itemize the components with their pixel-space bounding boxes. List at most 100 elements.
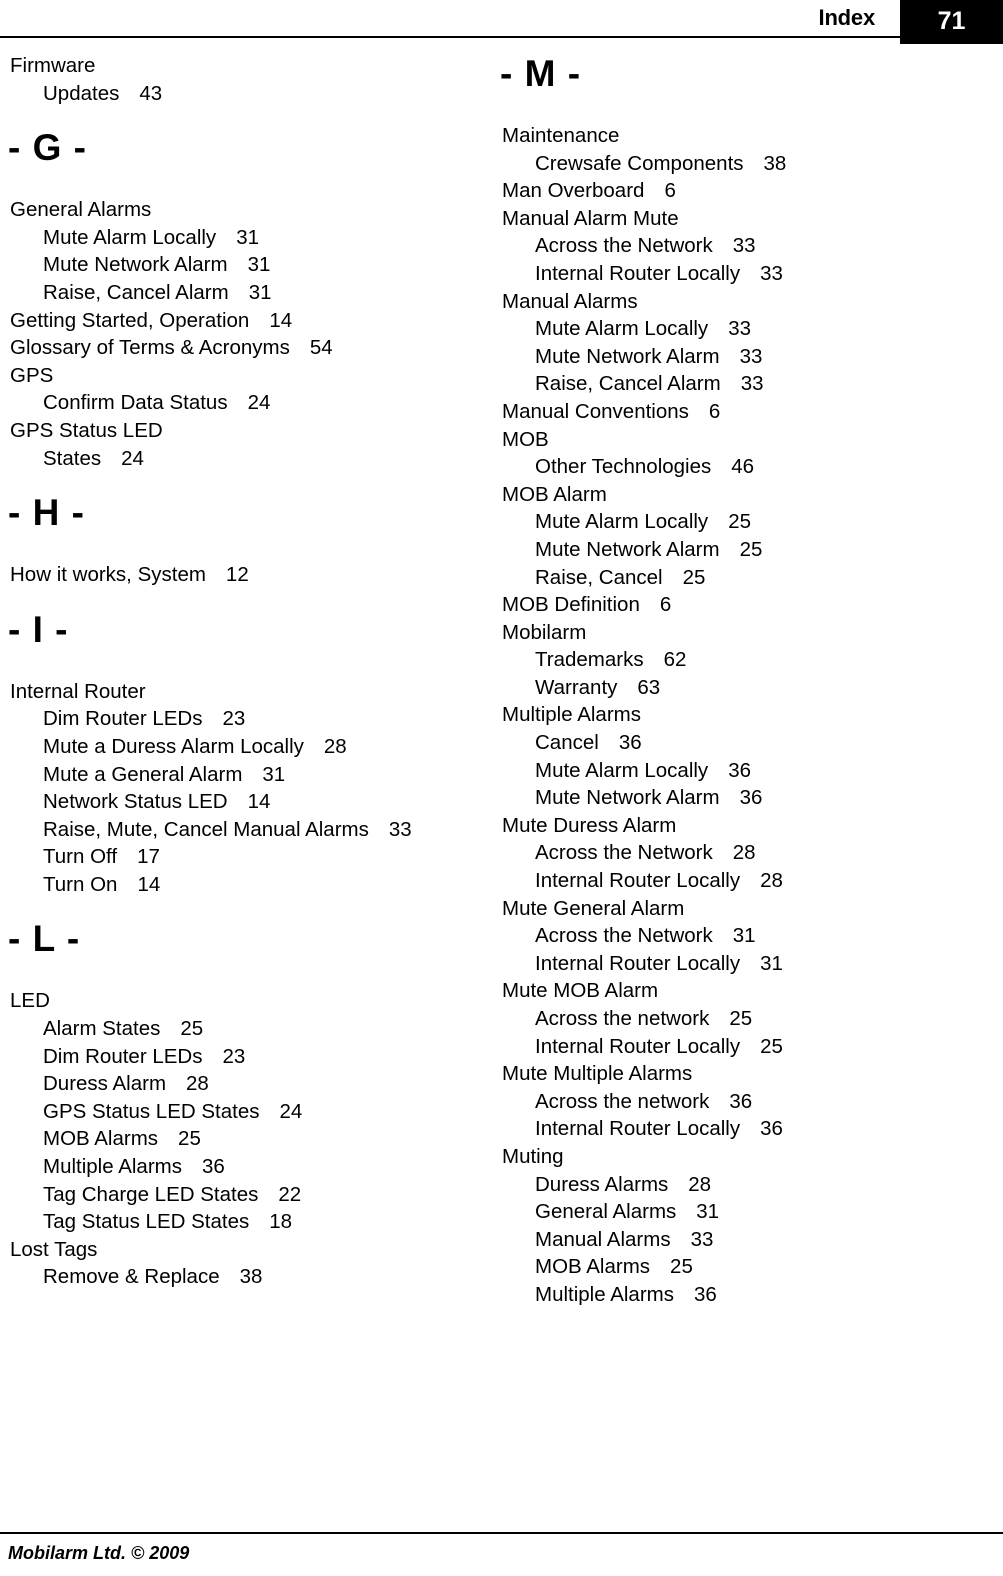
index-entry-sub[interactable]: Multiple Alarms 36 xyxy=(8,1153,488,1181)
index-entry-page: 23 xyxy=(222,1044,246,1068)
index-entry-group: Manual Alarms Mute Alarm Locally 33 Mute Ne… xyxy=(500,288,980,398)
index-entry-group: Multiple Alarms Cancel 36 Mute Alarm Locall… xyxy=(500,701,980,811)
index-entry-sub[interactable]: Raise, Mute, Cancel Manual Alarms 33 xyxy=(8,816,488,844)
index-entry-sub[interactable]: Alarm States 25 xyxy=(8,1015,488,1043)
index-entry-primary[interactable]: Muting xyxy=(500,1143,980,1171)
index-entry-sub[interactable]: Trademarks 62 xyxy=(500,646,980,674)
index-entry-page: 6 xyxy=(708,399,721,423)
index-entry-sub[interactable]: Across the network 36 xyxy=(500,1088,980,1116)
index-entry-sub[interactable]: Duress Alarm 28 xyxy=(8,1070,488,1098)
index-entry-sub[interactable]: Internal Router Locally 28 xyxy=(500,867,980,895)
index-entry-primary[interactable]: Internal Router xyxy=(8,678,488,706)
index-entry-primary[interactable]: How it works, System 12 xyxy=(8,561,488,589)
index-entry-sub[interactable]: Other Technologies 46 xyxy=(500,453,980,481)
index-entry-sub[interactable]: Turn Off 17 xyxy=(8,843,488,871)
index-entry-label: Multiple Alarms xyxy=(535,1282,674,1306)
index-entry-primary[interactable]: Mute MOB Alarm xyxy=(500,977,980,1005)
index-entry-primary[interactable]: General Alarms xyxy=(8,196,488,224)
index-entry-label: Mute General Alarm xyxy=(502,896,685,920)
index-entry-label: Alarm States xyxy=(43,1017,161,1041)
index-entry-sub[interactable]: Raise, Cancel Alarm 33 xyxy=(500,370,980,398)
index-entry-primary[interactable]: GPS xyxy=(8,362,488,390)
index-entry-sub[interactable]: Mute Network Alarm 31 xyxy=(8,251,488,279)
index-entry-label: Internal Router Locally xyxy=(535,1117,741,1141)
index-entry-sub[interactable]: Warranty 63 xyxy=(500,674,980,702)
index-entry-sub[interactable]: Mute Network Alarm 33 xyxy=(500,343,980,371)
index-entry-primary[interactable]: Man Overboard 6 xyxy=(500,177,980,205)
index-entry-sub[interactable]: GPS Status LED States 24 xyxy=(8,1098,488,1126)
index-entry-label: Other Technologies xyxy=(535,455,712,479)
index-entry-page: 46 xyxy=(731,455,755,479)
index-entry-label: States xyxy=(43,446,102,470)
index-entry-sub[interactable]: Remove & Replace 38 xyxy=(8,1263,488,1291)
index-entry-sub[interactable]: Across the Network 33 xyxy=(500,232,980,260)
index-entry-sub[interactable]: Tag Charge LED States 22 xyxy=(8,1181,488,1209)
index-entry-label: Warranty xyxy=(535,675,618,699)
index-entry-sub[interactable]: Dim Router LEDs 23 xyxy=(8,705,488,733)
index-entry-page: 36 xyxy=(729,1089,753,1113)
index-entry-primary[interactable]: MOB xyxy=(500,426,980,454)
index-entry-sub[interactable]: Manual Alarms 33 xyxy=(500,1226,980,1254)
index-entry-sub[interactable]: Updates 43 xyxy=(8,80,488,108)
index-entry-group: Mute Multiple Alarms Across the network 36… xyxy=(500,1060,980,1143)
index-entry-sub[interactable]: Across the network 25 xyxy=(500,1005,980,1033)
index-entry-primary[interactable]: Maintenance xyxy=(500,122,980,150)
index-entry-primary[interactable]: Glossary of Terms & Acronyms 54 xyxy=(8,334,488,362)
index-entry-sub[interactable]: MOB Alarms 25 xyxy=(8,1125,488,1153)
index-entry-primary[interactable]: Manual Conventions 6 xyxy=(500,398,980,426)
index-entry-page: 62 xyxy=(663,648,687,672)
index-entry-page: 22 xyxy=(278,1182,302,1206)
index-entry-sub[interactable]: Cancel 36 xyxy=(500,729,980,757)
index-entry-sub[interactable]: States 24 xyxy=(8,445,488,473)
index-entry-primary[interactable]: Mute General Alarm xyxy=(500,895,980,923)
index-entry-primary[interactable]: LED xyxy=(8,987,488,1015)
index-entry-page: 33 xyxy=(740,372,764,396)
index-entry-primary[interactable]: MOB Definition 6 xyxy=(500,591,980,619)
index-entry-primary[interactable]: Mute Duress Alarm xyxy=(500,812,980,840)
index-entry-sub[interactable]: MOB Alarms 25 xyxy=(500,1253,980,1281)
index-entry-sub[interactable]: Mute Network Alarm 25 xyxy=(500,536,980,564)
page-number: 71 xyxy=(937,7,966,35)
index-section-letter: - G - xyxy=(8,127,87,169)
index-entry-group: Mute MOB Alarm Across the network 25 Intern… xyxy=(500,977,980,1060)
index-entry-sub[interactable]: Mute Alarm Locally 36 xyxy=(500,757,980,785)
index-entry-sub[interactable]: Mute Alarm Locally 33 xyxy=(500,315,980,343)
index-entry-primary[interactable]: Getting Started, Operation 14 xyxy=(8,307,488,335)
index-entry-sub[interactable]: Network Status LED 14 xyxy=(8,788,488,816)
index-entry-sub[interactable]: Across the Network 31 xyxy=(500,922,980,950)
index-entry-sub[interactable]: Mute Alarm Locally 31 xyxy=(8,224,488,252)
index-entry-primary[interactable]: Lost Tags xyxy=(8,1236,488,1264)
index-entry-sub[interactable]: Dim Router LEDs 23 xyxy=(8,1043,488,1071)
index-entry-sub[interactable]: General Alarms 31 xyxy=(500,1198,980,1226)
index-entry-label: LED xyxy=(10,989,50,1013)
index-entry-label: Manual Alarms xyxy=(502,289,638,313)
index-entry-sub[interactable]: Internal Router Locally 33 xyxy=(500,260,980,288)
index-entry-sub[interactable]: Mute a Duress Alarm Locally 28 xyxy=(8,733,488,761)
index-entry-sub[interactable]: Mute Network Alarm 36 xyxy=(500,784,980,812)
index-entry-primary[interactable]: Firmware xyxy=(8,52,488,80)
index-entry-sub[interactable]: Tag Status LED States 18 xyxy=(8,1208,488,1236)
index-entry-primary[interactable]: Multiple Alarms xyxy=(500,701,980,729)
index-entry-page: 14 xyxy=(137,872,161,896)
index-entry-label: Manual Alarms xyxy=(535,1227,671,1251)
index-entry-primary[interactable]: GPS Status LED xyxy=(8,417,488,445)
index-entry-primary[interactable]: MOB Alarm xyxy=(500,481,980,509)
index-entry-sub[interactable]: Raise, Cancel Alarm 31 xyxy=(8,279,488,307)
index-entry-primary[interactable]: Mute Multiple Alarms xyxy=(500,1060,980,1088)
index-entry-sub[interactable]: Mute a General Alarm 31 xyxy=(8,761,488,789)
index-entry-sub[interactable]: Internal Router Locally 36 xyxy=(500,1115,980,1143)
index-entry-primary[interactable]: Manual Alarms xyxy=(500,288,980,316)
index-entry-label: Mute Alarm Locally xyxy=(535,317,709,341)
index-entry-sub[interactable]: Internal Router Locally 25 xyxy=(500,1033,980,1061)
index-entry-sub[interactable]: Raise, Cancel 25 xyxy=(500,564,980,592)
index-entry-sub[interactable]: Confirm Data Status 24 xyxy=(8,389,488,417)
index-entry-primary[interactable]: Mobilarm xyxy=(500,619,980,647)
index-entry-sub[interactable]: Crewsafe Components 38 xyxy=(500,150,980,178)
index-entry-sub[interactable]: Internal Router Locally 31 xyxy=(500,950,980,978)
index-entry-sub[interactable]: Across the Network 28 xyxy=(500,839,980,867)
index-entry-primary[interactable]: Manual Alarm Mute xyxy=(500,205,980,233)
index-entry-sub[interactable]: Duress Alarms 28 xyxy=(500,1171,980,1199)
index-entry-sub[interactable]: Mute Alarm Locally 25 xyxy=(500,508,980,536)
index-entry-sub[interactable]: Turn On 14 xyxy=(8,871,488,899)
index-entry-sub[interactable]: Multiple Alarms 36 xyxy=(500,1281,980,1309)
